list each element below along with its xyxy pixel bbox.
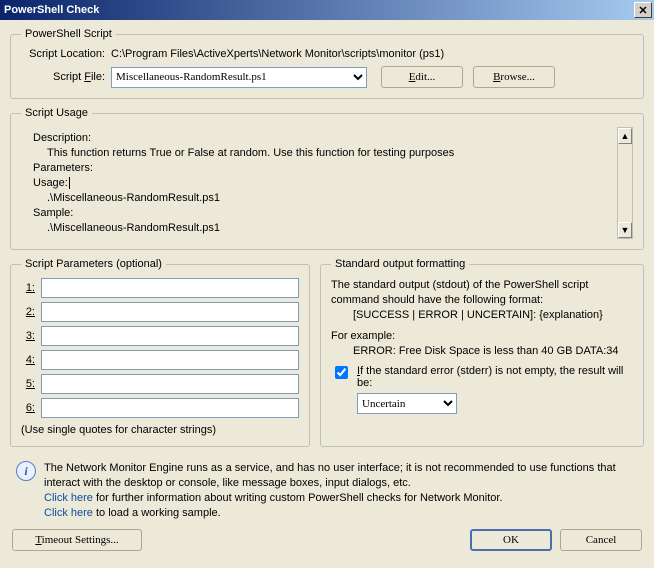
- param-input-2[interactable]: [41, 302, 299, 322]
- scroll-up-icon[interactable]: ▲: [618, 128, 632, 144]
- timeout-settings-button[interactable]: Timeout Settings...: [12, 529, 142, 551]
- param-input-3[interactable]: [41, 326, 299, 346]
- param-label-5: 5:: [21, 378, 41, 390]
- close-icon[interactable]: ✕: [634, 2, 652, 18]
- group-legend: Script Parameters (optional): [21, 258, 166, 270]
- param-input-5[interactable]: [41, 374, 299, 394]
- param-input-4[interactable]: [41, 350, 299, 370]
- stderr-result-combo[interactable]: Uncertain: [357, 393, 457, 414]
- scroll-down-icon[interactable]: ▼: [618, 222, 632, 238]
- browse-button[interactable]: Browse...: [473, 66, 555, 88]
- param-label-3: 3:: [21, 330, 41, 342]
- info-text: The Network Monitor Engine runs as a ser…: [44, 461, 644, 521]
- usage-text: Description: This function returns True …: [21, 127, 613, 239]
- script-parameters-group: Script Parameters (optional) 1: 2: 3: 4:…: [10, 258, 310, 447]
- powershell-script-group: PowerShell Script Script Location: C:\Pr…: [10, 28, 644, 99]
- std-line3: For example:: [331, 329, 633, 344]
- group-legend: PowerShell Script: [21, 28, 116, 40]
- std-line2: [SUCCESS | ERROR | UNCERTAIN]: {explanat…: [331, 308, 633, 323]
- std-line4: ERROR: Free Disk Space is less than 40 G…: [331, 344, 633, 359]
- param-input-1[interactable]: [41, 278, 299, 298]
- group-legend: Script Usage: [21, 107, 92, 119]
- script-file-combo[interactable]: Miscellaneous-RandomResult.ps1: [111, 67, 367, 88]
- param-label-6: 6:: [21, 402, 41, 414]
- info-link-2[interactable]: Click here: [44, 507, 93, 519]
- standard-output-group: Standard output formatting The standard …: [320, 258, 644, 447]
- info-icon: i: [16, 461, 36, 481]
- window-title: PowerShell Check: [4, 4, 99, 16]
- param-label-1: 1:: [21, 282, 41, 294]
- param-label-4: 4:: [21, 354, 41, 366]
- param-label-2: 2:: [21, 306, 41, 318]
- title-bar: PowerShell Check ✕: [0, 0, 654, 20]
- stderr-label: If the standard error (stderr) is not em…: [357, 365, 633, 389]
- params-note: (Use single quotes for character strings…: [21, 424, 299, 436]
- param-input-6[interactable]: [41, 398, 299, 418]
- ok-button[interactable]: OK: [470, 529, 552, 551]
- info-link-1[interactable]: Click here: [44, 492, 93, 504]
- script-file-label: Script File:: [21, 71, 111, 83]
- std-line1: The standard output (stdout) of the Powe…: [331, 278, 633, 308]
- script-location-label: Script Location:: [21, 48, 111, 60]
- script-location-value: C:\Program Files\ActiveXperts\Network Mo…: [111, 48, 633, 60]
- edit-button[interactable]: Edit...: [381, 66, 463, 88]
- group-legend: Standard output formatting: [331, 258, 469, 270]
- usage-scrollbar[interactable]: ▲ ▼: [617, 127, 633, 239]
- cancel-button[interactable]: Cancel: [560, 529, 642, 551]
- stderr-checkbox[interactable]: [335, 366, 348, 379]
- script-usage-group: Script Usage Description: This function …: [10, 107, 644, 250]
